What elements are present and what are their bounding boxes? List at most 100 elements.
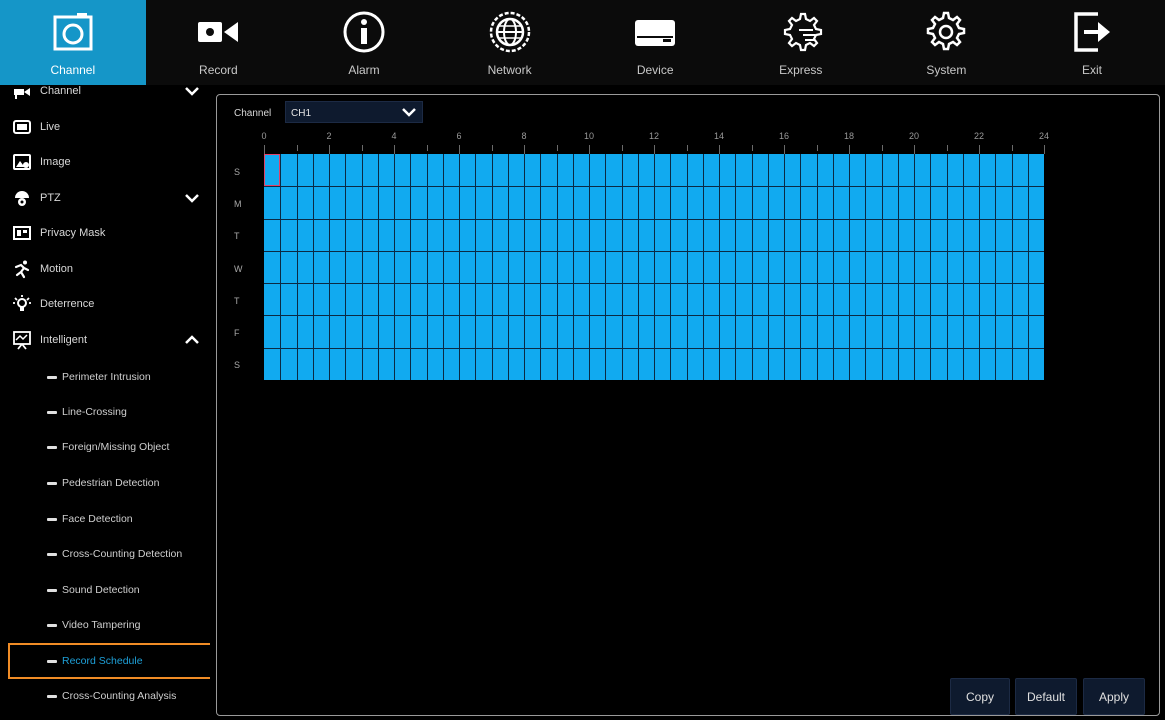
dash-icon (47, 410, 57, 414)
grid-column-line (377, 154, 379, 380)
image-icon (11, 151, 33, 173)
sidebar-subitem-foreign-missing-object[interactable]: Foreign/Missing Object (0, 429, 210, 465)
sidebar-subitem-video-tampering[interactable]: Video Tampering (0, 607, 210, 643)
channel-label: Channel (234, 108, 272, 119)
day-label: S (234, 167, 241, 177)
sidebar-subitem-label: Sound Detection (62, 584, 140, 596)
sidebar-item-label: Image (40, 156, 71, 168)
grid-column-line (751, 154, 753, 380)
hour-tick (394, 145, 395, 154)
sidebar-item-channel[interactable]: Channel (0, 85, 210, 109)
hour-tick (459, 145, 460, 154)
sidebar-item-ptz[interactable]: PTZ (0, 180, 210, 216)
day-label: T (234, 231, 240, 241)
grid-column-line (361, 154, 363, 380)
hour-tick (491, 145, 493, 151)
hour-tick (751, 145, 753, 151)
apply-button[interactable]: Apply (1083, 678, 1145, 715)
tab-label: Record (199, 63, 238, 77)
chevron-down-icon[interactable] (184, 192, 200, 204)
hour-tick (881, 145, 883, 151)
grid-column-line (800, 154, 802, 380)
grid-column-line (832, 154, 834, 380)
tab-alarm[interactable]: Alarm (291, 0, 437, 85)
hour-tick (686, 145, 688, 151)
grid-column-line (459, 154, 460, 380)
grid-column-line (686, 154, 688, 380)
chevron-down-icon[interactable] (184, 85, 200, 97)
hour-tick (849, 145, 850, 154)
sidebar-item-motion[interactable]: Motion (0, 251, 210, 287)
selected-cell[interactable] (264, 154, 280, 186)
dash-icon (47, 588, 57, 592)
record-schedule-panel: Channel CH1 0 2 4 6 8 10 12 14 16 18 20 … (216, 94, 1160, 716)
hour-label: 24 (1038, 131, 1050, 141)
hour-label: 16 (778, 131, 790, 141)
grid-column-line (572, 154, 574, 380)
hour-tick (946, 145, 948, 151)
sidebar-subitem-line-crossing[interactable]: Line-Crossing (0, 394, 210, 430)
hour-tick (264, 145, 265, 154)
channel-select[interactable]: CH1 (285, 101, 423, 123)
hour-tick (556, 145, 558, 151)
tab-system[interactable]: System (874, 0, 1020, 85)
hour-tick (426, 145, 428, 151)
sidebar-item-live[interactable]: Live (0, 109, 210, 145)
tab-express[interactable]: Express (728, 0, 874, 85)
tab-exit[interactable]: Exit (1019, 0, 1165, 85)
tab-channel[interactable]: Channel (0, 0, 146, 85)
globe-icon (485, 7, 535, 57)
chevron-up-icon[interactable] (184, 334, 200, 346)
sidebar-subitem-cross-counting-detection[interactable]: Cross-Counting Detection (0, 536, 210, 572)
grid-column-line (735, 154, 737, 380)
hour-tick (914, 145, 915, 154)
day-label: T (234, 296, 240, 306)
grid-column-line (540, 154, 542, 380)
dash-icon (47, 375, 57, 379)
grid-column-line (426, 154, 428, 380)
tab-label: Alarm (348, 63, 380, 77)
grid-column-line (670, 154, 672, 380)
hour-label: 22 (973, 131, 985, 141)
grid-row-line (264, 250, 1044, 252)
default-button[interactable]: Default (1015, 678, 1077, 715)
tab-device[interactable]: Device (582, 0, 728, 85)
hour-label: 2 (326, 131, 332, 141)
sidebar-subitem-label: Record Schedule (62, 655, 143, 667)
sidebar-subitem-label: Line-Crossing (62, 406, 127, 418)
grid-column-line (605, 154, 607, 380)
tab-record[interactable]: Record (146, 0, 292, 85)
tab-label: Network (487, 63, 532, 77)
sidebar-subitem-record-schedule[interactable]: Record Schedule (8, 643, 210, 679)
running-person-icon (11, 258, 33, 280)
sidebar-subitem-sound-detection[interactable]: Sound Detection (0, 572, 210, 608)
sidebar-item-deterrence[interactable]: Deterrence (0, 286, 210, 322)
hour-tick (784, 145, 785, 154)
hour-tick (621, 145, 623, 151)
grid-column-line (329, 154, 330, 380)
sidebar-item-label: Channel (40, 85, 81, 97)
tab-network[interactable]: Network (437, 0, 583, 85)
sidebar-subitem-perimeter-intrusion[interactable]: Perimeter Intrusion (0, 359, 210, 395)
sidebar-subitem-pedestrian-detection[interactable]: Pedestrian Detection (0, 465, 210, 501)
sidebar: Channel Live Image PTZ Privacy Mask Moti… (0, 85, 210, 720)
tab-label: Device (636, 63, 674, 77)
grid-column-line (914, 154, 915, 380)
grid-column-line (637, 154, 639, 380)
tab-label: Exit (1081, 63, 1102, 77)
sidebar-subitem-cross-counting-analysis[interactable]: Cross-Counting Analysis (0, 678, 210, 714)
copy-button[interactable]: Copy (950, 678, 1010, 715)
hour-tick (524, 145, 525, 154)
sidebar-item-privacy-mask[interactable]: Privacy Mask (0, 215, 210, 251)
sidebar-item-intelligent[interactable]: Intelligent (0, 322, 210, 358)
sidebar-item-image[interactable]: Image (0, 144, 210, 180)
sidebar-subitem-face-detection[interactable]: Face Detection (0, 501, 210, 537)
hour-label: 4 (391, 131, 397, 141)
grid-column-line (312, 154, 314, 380)
tab-label: System (926, 63, 967, 77)
schedule-grid[interactable] (264, 154, 1044, 380)
hour-tick (816, 145, 818, 151)
chevron-down-icon[interactable] (396, 102, 422, 122)
grid-column-line (524, 154, 525, 380)
dash-icon (47, 517, 57, 521)
